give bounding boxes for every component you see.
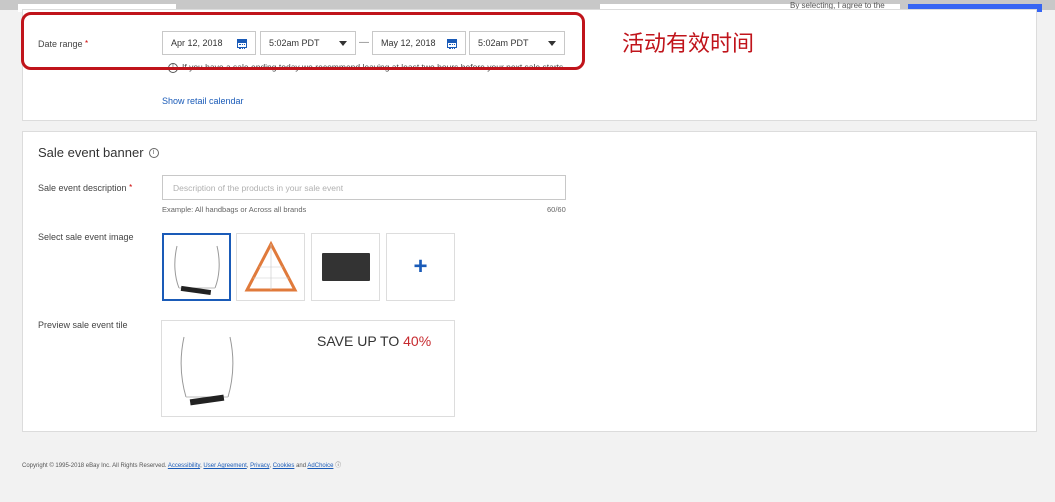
image-label: Select sale event image bbox=[38, 232, 134, 242]
preview-percent: 40% bbox=[403, 333, 432, 349]
footer-link-adchoice[interactable]: AdChoice bbox=[307, 463, 333, 469]
copyright-text: Copyright © 1995-2018 eBay Inc. All Righ… bbox=[22, 463, 167, 469]
preview-label: Preview sale event tile bbox=[38, 320, 128, 330]
adchoice-icon: ⓘ bbox=[335, 463, 342, 469]
sale-image-option-2[interactable] bbox=[236, 233, 305, 301]
show-retail-calendar-link[interactable]: Show retail calendar bbox=[162, 96, 244, 106]
description-label: Sale event description * bbox=[38, 183, 133, 193]
add-image-button[interactable]: + bbox=[386, 233, 455, 301]
description-example-hint: Example: All handbags or Across all bran… bbox=[162, 205, 307, 214]
annotation-text: 活动有效时间 bbox=[622, 32, 755, 57]
carry-bag-image bbox=[321, 253, 370, 281]
preview-product-image bbox=[180, 336, 234, 406]
preview-sale-headline: SAVE UP TO 40% bbox=[317, 333, 431, 349]
description-placeholder: Description of the products in your sale… bbox=[173, 182, 344, 193]
footer-link-user-agreement[interactable]: User Agreement bbox=[203, 463, 246, 469]
net-frame-image bbox=[173, 245, 220, 296]
footer-link-privacy[interactable]: Privacy bbox=[250, 463, 269, 469]
character-counter: 60/60 bbox=[547, 205, 566, 214]
footer-and-text: and bbox=[296, 463, 307, 469]
footer-link-cookies[interactable]: Cookies bbox=[273, 463, 295, 469]
section-title: Sale event banner i bbox=[38, 145, 159, 160]
banner-title: Sale event banner bbox=[38, 145, 144, 160]
sale-image-option-1[interactable] bbox=[162, 233, 231, 301]
goal-net-image bbox=[244, 240, 297, 292]
footer-link-accessibility[interactable]: Accessibility bbox=[168, 463, 200, 469]
preview-tile: SAVE UP TO 40% bbox=[161, 320, 455, 417]
info-icon[interactable]: i bbox=[148, 147, 159, 158]
plus-icon: + bbox=[413, 253, 428, 280]
sale-image-option-3[interactable] bbox=[311, 233, 380, 301]
preview-save-text: SAVE UP TO bbox=[317, 333, 400, 349]
annotation-highlight-box bbox=[21, 12, 585, 70]
footer: Copyright © 1995-2018 eBay Inc. All Righ… bbox=[22, 463, 342, 469]
sale-description-input[interactable]: Description of the products in your sale… bbox=[162, 175, 566, 200]
